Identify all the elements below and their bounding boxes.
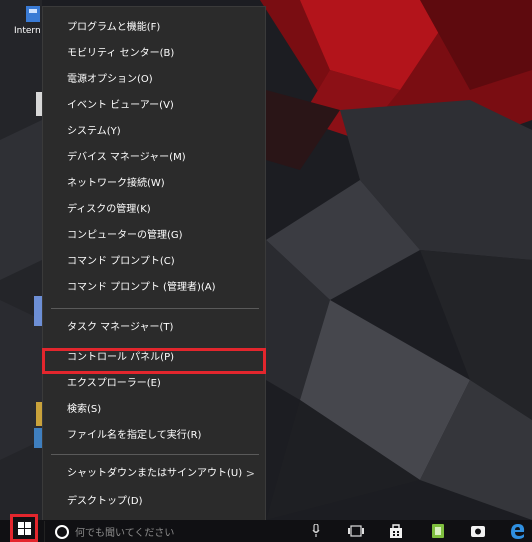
edge-icon[interactable] [510,523,526,539]
menu-item-disk-management[interactable]: ディスクの管理(K) [43,199,265,221]
task-view-icon[interactable] [348,523,364,539]
menu-item-desktop[interactable]: デスクトップ(D) [43,491,265,513]
mic-icon[interactable] [312,524,320,538]
menu-item-search[interactable]: 検索(S) [43,399,265,421]
menu-separator [51,308,259,309]
menu-item-explorer[interactable]: エクスプローラー(E) [43,373,265,395]
search-placeholder: 何でも聞いてください [75,528,175,539]
menu-item-shutdown-signout[interactable]: シャットダウンまたはサインアウト(U) > [43,463,265,485]
desktop-shortcut[interactable] [4,90,44,118]
store-icon[interactable] [388,523,404,539]
menu-item-network-connections[interactable]: ネットワーク接続(W) [43,173,265,195]
ie-shortcut-icon [26,6,40,22]
windows-logo-icon [25,529,31,535]
menu-item-task-manager[interactable]: タスク マネージャー(T) [43,317,265,339]
windows-logo-icon [18,522,24,528]
menu-item-device-manager[interactable]: デバイス マネージャー(M) [43,147,265,169]
chevron-right-icon: > [245,467,255,480]
menu-item-control-panel[interactable]: コントロール パネル(P) [43,347,265,369]
menu-separator [51,454,259,455]
menu-item-mobility-center[interactable]: モビリティ センター(B) [43,43,265,65]
menu-item-run[interactable]: ファイル名を指定して実行(R) [43,425,265,447]
windows-logo-icon [18,529,24,535]
menu-item-system[interactable]: システム(Y) [43,121,265,143]
menu-item-programs-features[interactable]: プログラムと機能(F) [43,17,265,39]
cortana-circle-icon [55,525,69,539]
menu-item-command-prompt[interactable]: コマンド プロンプト(C) [43,251,265,273]
desktop-icons: Intern [0,0,44,510]
desktop-shortcut-label: Intern [14,26,41,36]
menu-item-label: シャットダウンまたはサインアウト(U) [67,468,243,479]
taskbar-search-box[interactable]: 何でも聞いてください [44,521,299,542]
power-user-menu: プログラムと機能(F) モビリティ センター(B) 電源オプション(O) イベン… [42,6,266,521]
menu-item-event-viewer[interactable]: イベント ビューアー(V) [43,95,265,117]
menu-item-computer-management[interactable]: コンピューターの管理(G) [43,225,265,247]
menu-item-command-prompt-admin[interactable]: コマンド プロンプト (管理者)(A) [43,277,265,299]
app-icon[interactable] [430,523,446,539]
menu-item-power-options[interactable]: 電源オプション(O) [43,69,265,91]
camera-icon[interactable] [470,523,486,539]
desktop-shortcut[interactable] [4,296,44,326]
desktop-shortcut[interactable] [4,424,44,452]
start-button[interactable] [10,514,38,542]
windows-logo-icon [25,522,31,528]
